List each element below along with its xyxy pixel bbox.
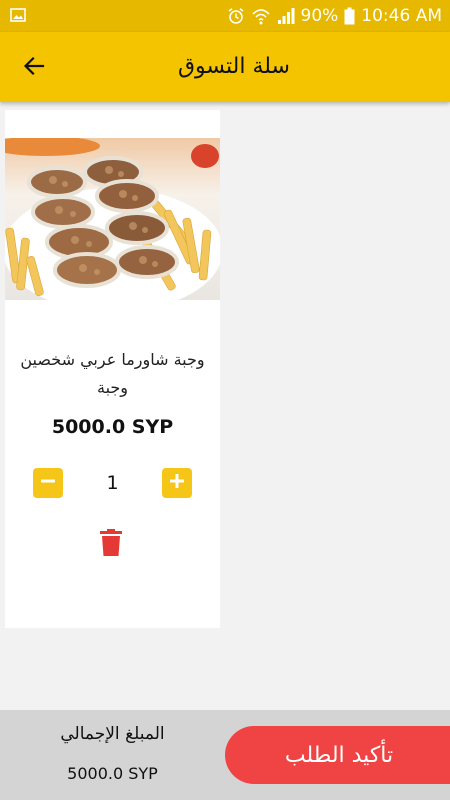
image-icon [10,7,26,23]
battery-percent: 90% [300,6,339,26]
signal-icon [277,7,295,25]
plus-icon [168,472,186,494]
wifi-icon [251,7,271,25]
checkout-bar: المبلغ الإجمالي 5000.0 SYP تأكيد الطلب [0,710,450,800]
quantity-value: 1 [106,472,119,494]
total-amount: 5000.0 SYP [67,764,158,783]
status-icons: 90% 10:46 AM [227,0,442,32]
total-label: المبلغ الإجمالي [60,724,165,744]
product-name: وجبة شاورما عربي شخصين وجبة [20,350,205,397]
product-price: 5000.0 SYP [51,416,174,438]
app-bar: سلة التسوق [0,32,450,102]
back-button[interactable] [18,52,50,84]
product-image [5,138,220,300]
status-bar: 90% 10:46 AM [0,0,450,32]
decrease-quantity-button[interactable] [33,468,63,498]
page-title: سلة التسوق [177,54,290,79]
alarm-icon [227,7,245,25]
confirm-order-button[interactable]: تأكيد الطلب [225,726,450,784]
increase-quantity-button[interactable] [162,468,192,498]
quantity-stepper: 1 [5,466,220,500]
status-time: 10:46 AM [361,6,442,26]
arrow-back-icon [22,54,46,82]
battery-icon [344,7,355,25]
minus-icon [39,472,57,494]
trash-icon [99,529,123,561]
delete-item-button[interactable] [97,529,125,561]
cart-list[interactable]: وجبة شاورما عربي شخصين وجبة 5000.0 SYP 1 [0,102,450,710]
cart-item-card: وجبة شاورما عربي شخصين وجبة 5000.0 SYP 1 [5,110,220,628]
